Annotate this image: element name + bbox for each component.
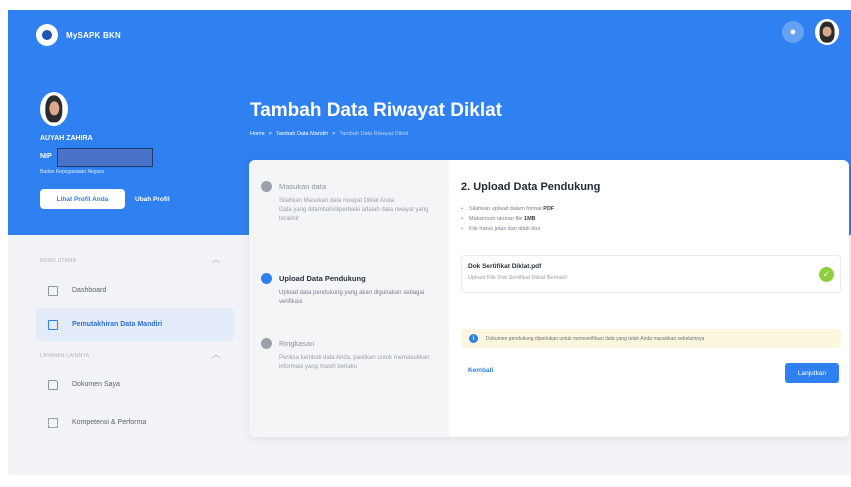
section-title: 2. Upload Data Pendukung — [461, 181, 601, 193]
info-text: Dokumen pendukung diperlukan untuk memve… — [486, 335, 705, 342]
breadcrumb: Home > Tambah Data Mandiri > Tambah Data… — [250, 131, 408, 137]
step-description: Upload data pendukung yang akan digunaka… — [279, 290, 425, 305]
sidebar-item-kompetensi[interactable]: Kompetensi & Performa — [36, 406, 234, 439]
document-edit-icon — [48, 319, 58, 330]
profile-name: AUYAH ZAHIRA — [40, 135, 93, 142]
info-alert: i Dokumen pendukung diperlukan untuk mem… — [461, 329, 841, 348]
info-icon: i — [469, 334, 478, 343]
step-indicator-icon — [261, 273, 272, 284]
step-indicator-icon — [261, 338, 272, 349]
stepper: Masukan data Silahkan Masukan data riway… — [249, 160, 449, 437]
app-logo-icon[interactable] — [36, 24, 58, 46]
sidebar-section-other: LAYANAN LAINNYA — [40, 353, 90, 359]
chevron-up-icon[interactable]: ︿ — [212, 349, 220, 360]
file-name: Dok Sertifikat Diklat.pdf — [468, 263, 542, 270]
step-description: Periksa kembali data Anda, pastikan untu… — [279, 355, 430, 370]
edit-profile-button[interactable]: Ubah Profil — [135, 189, 170, 209]
step-title: Ringkasan — [279, 339, 315, 348]
app-name: MySAPK BKN — [66, 30, 121, 40]
sidebar-item-label: Dokumen Saya — [72, 381, 120, 388]
step-title: Masukan data — [279, 182, 327, 191]
uploaded-file[interactable]: Dok Sertifikat Diklat.pdf Upload File Do… — [461, 255, 841, 293]
top-bar: MySAPK BKN — [36, 24, 121, 46]
dashboard-icon — [48, 285, 58, 296]
folder-icon — [48, 379, 58, 390]
nip-redacted — [57, 148, 153, 167]
grid-icon — [48, 417, 58, 428]
notification-bell-icon[interactable]: ● — [782, 21, 804, 43]
breadcrumb-separator: > — [268, 131, 272, 137]
step-title: Upload Data Pendukung — [279, 274, 366, 283]
breadcrumb-home[interactable]: Home — [250, 131, 265, 137]
chevron-up-icon[interactable]: ︿ — [212, 254, 220, 265]
step-indicator-icon — [261, 181, 272, 192]
breadcrumb-current: Tambah Data Riwayat Diklat — [339, 131, 409, 137]
profile-avatar — [40, 92, 68, 126]
back-button[interactable]: Kembali — [468, 367, 493, 374]
sidebar-item-dashboard[interactable]: Dashboard — [36, 274, 234, 307]
sidebar-item-label: Pemutakhiran Data Mandiri — [72, 321, 163, 328]
rule-item: Maksimum ukuran file 1MB — [461, 216, 554, 222]
upload-status: Upload File Dok Sertifikat Diklat Berhas… — [468, 275, 567, 281]
breadcrumb-separator: > — [332, 131, 336, 137]
rule-item: Silahkan upload dalam format PDF — [461, 206, 554, 212]
user-avatar[interactable] — [815, 19, 839, 45]
nip-label: NIP — [40, 153, 52, 160]
sidebar-item-dokumen[interactable]: Dokumen Saya — [36, 368, 234, 401]
view-profile-button[interactable]: Lihat Profil Anda — [40, 189, 125, 209]
upload-rules: Silahkan upload dalam format PDF Maksimu… — [461, 206, 554, 236]
breadcrumb-parent[interactable]: Tambah Data Mandiri — [276, 131, 328, 137]
page-title: Tambah Data Riwayat Diklat — [250, 100, 503, 121]
sidebar-section-main: MENU UTAMA — [40, 258, 77, 264]
sidebar-item-label: Kompetensi & Performa — [72, 419, 147, 426]
sidebar-item-pemutakhiran[interactable]: Pemutakhiran Data Mandiri — [36, 308, 234, 341]
form-card: Masukan data Silahkan Masukan data riway… — [249, 160, 849, 437]
rule-item: File harus jelas dan tidak blur — [461, 226, 554, 232]
profile-organization: Badan Kepegawaian Negara — [40, 169, 104, 175]
next-button[interactable]: Lanjutkan — [785, 363, 839, 383]
check-circle-icon: ✓ — [819, 267, 834, 282]
sidebar-item-label: Dashboard — [72, 287, 107, 294]
step-description: Silahkan Masukan data riwayat Diklat And… — [279, 198, 429, 222]
